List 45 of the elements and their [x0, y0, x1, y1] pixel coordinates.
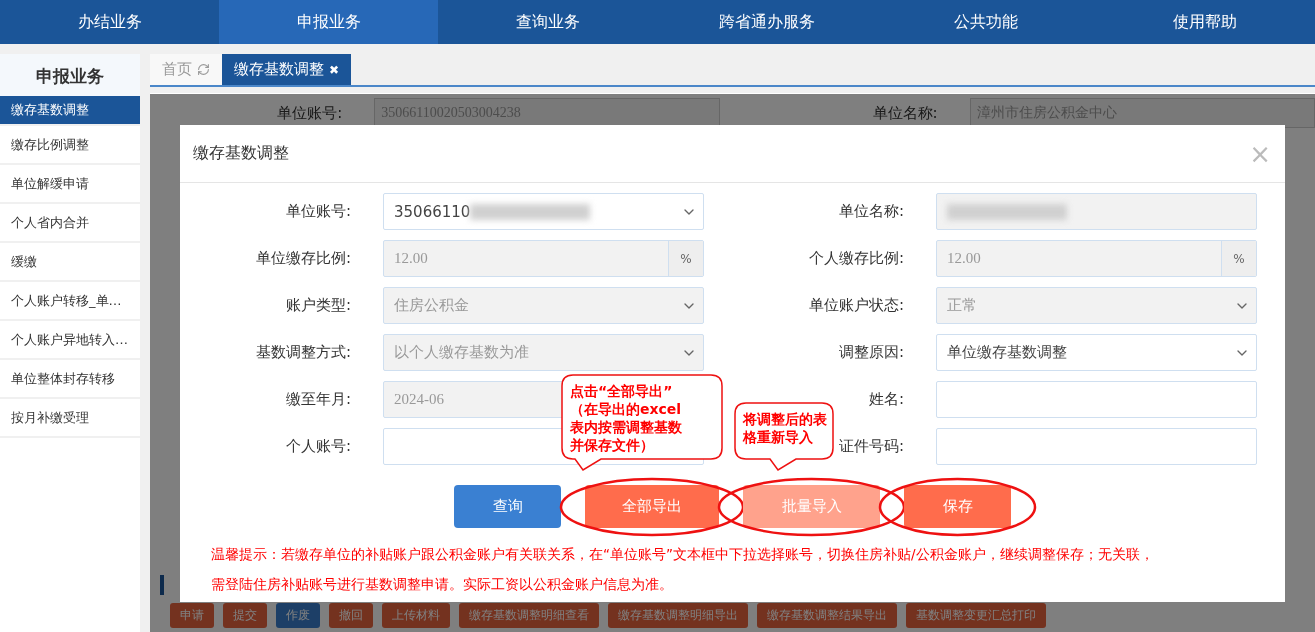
field-label: 单位名称:: [838, 202, 904, 221]
field-label: 姓名:: [868, 390, 904, 409]
field-value: 正常: [946, 296, 977, 315]
select-field[interactable]: 单位缴存基数调整: [936, 334, 1257, 371]
field-label: 单位名称:: [871, 103, 939, 123]
field-label: 个人账号:: [285, 437, 351, 456]
percent-addon: %: [668, 241, 703, 276]
field-label: 基数调整方式:: [255, 343, 351, 362]
sidebar-item[interactable]: 缴存基数调整: [0, 96, 140, 126]
field-value: 以个人缴存基数为准: [393, 343, 529, 362]
field-label: 单位缴存比例:: [255, 249, 351, 268]
field-value: 单位缴存基数调整: [946, 343, 1067, 362]
action-button[interactable]: 全部导出: [585, 485, 719, 528]
select-field[interactable]: 35066110: [383, 193, 704, 230]
notice-text: 需登陆住房补贴账号进行基数调整申请。实际工资以公积金账户信息为准。: [211, 576, 674, 594]
field-value: 2024-06: [393, 391, 444, 408]
nav-tab[interactable]: 申报业务: [219, 0, 439, 44]
nav-tab[interactable]: 查询业务: [438, 0, 658, 44]
close-icon[interactable]: ✖: [329, 62, 340, 77]
action-button[interactable]: 作废: [276, 603, 320, 628]
callout-text: 将调整后的表 格重新导入: [742, 410, 827, 446]
percent-addon: %: [1221, 241, 1256, 276]
nav-tab[interactable]: 使用帮助: [1095, 0, 1315, 44]
page-tab[interactable]: 缴存基数调整 ✖: [222, 54, 352, 85]
nav-tab[interactable]: 办结业务: [0, 0, 220, 44]
field-value: 12.00: [393, 250, 428, 267]
field-value: 12.00: [946, 250, 981, 267]
field-label: 单位账户状态:: [808, 296, 904, 315]
sidebar-title: 申报业务: [0, 54, 140, 96]
field-label: 账户类型:: [285, 296, 351, 315]
nav-tab[interactable]: 跨省通办服务: [657, 0, 877, 44]
field-value: 35066110: [393, 202, 471, 221]
field-label: 单位账号:: [285, 202, 351, 221]
page-tab[interactable]: 首页: [150, 54, 222, 85]
notice-text: 温馨提示：若缴存单位的补贴账户跟公积金账户有关联关系，在“单位账号”文本框中下拉选择账号，切换住房补贴/公积金账户，继续调整保存；无关联，: [211, 546, 1155, 564]
dialog-title: 缴存基数调整: [193, 143, 289, 164]
field-label: 个人缴存比例:: [808, 249, 904, 268]
field-value: 住房公积金: [393, 296, 469, 315]
field-label: 证件号码:: [838, 437, 904, 456]
action-button[interactable]: 保存: [904, 485, 1011, 528]
nav-tab[interactable]: 公共功能: [876, 0, 1096, 44]
field-label: 缴至年月:: [285, 390, 351, 409]
field-label: 调整原因:: [838, 343, 904, 362]
action-button[interactable]: 查询: [454, 485, 561, 528]
field-label: 单位账号:: [276, 103, 344, 123]
